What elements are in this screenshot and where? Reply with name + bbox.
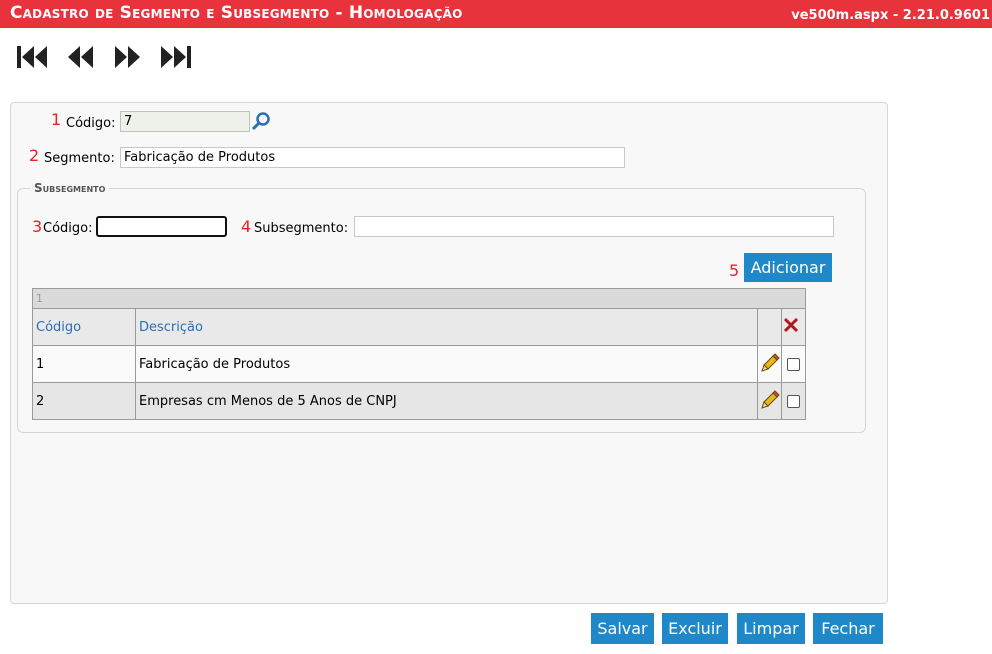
form-panel: 1 Código: 2 Segmento: Subsegmento 3 Códi… xyxy=(10,102,888,604)
next-record-icon[interactable] xyxy=(110,42,146,72)
grid-pager: 1 xyxy=(32,288,806,309)
col-descricao[interactable]: Descrição xyxy=(135,308,758,346)
marker-1: 1 xyxy=(51,110,62,129)
sub-codigo-label: Código: xyxy=(43,221,93,236)
pencil-icon[interactable] xyxy=(760,389,780,413)
subsegmento-field[interactable] xyxy=(354,216,834,237)
cell-codigo: 1 xyxy=(32,345,136,383)
last-record-icon[interactable] xyxy=(158,42,194,72)
version-label: ve500m.aspx - 2.21.0.9601 xyxy=(791,8,990,23)
sub-codigo-field[interactable] xyxy=(96,216,227,237)
codigo-field[interactable] xyxy=(120,111,250,132)
marker-3: 3 xyxy=(32,217,43,236)
delete-selected-icon[interactable] xyxy=(782,316,800,338)
table-row: 2 Empresas cm Menos de 5 Anos de CNPJ xyxy=(32,382,806,420)
add-button[interactable]: Adicionar xyxy=(744,253,832,282)
col-delete xyxy=(781,308,806,346)
page-title: Cadastro de Segmento e Subsegmento - Hom… xyxy=(10,3,463,23)
title-bar: Cadastro de Segmento e Subsegmento - Hom… xyxy=(0,0,992,28)
search-icon[interactable] xyxy=(251,111,271,131)
clear-button[interactable]: Limpar xyxy=(737,613,805,644)
codigo-label: Código: xyxy=(66,116,116,131)
page-number[interactable]: 1 xyxy=(36,292,43,305)
sub-subsegmento-label: Subsegmento: xyxy=(254,221,349,236)
save-button[interactable]: Salvar xyxy=(591,613,654,644)
table-row: 1 Fabricação de Produtos xyxy=(32,345,806,383)
segmento-label: Segmento: xyxy=(44,151,115,166)
col-edit xyxy=(757,308,782,346)
delete-button[interactable]: Excluir xyxy=(662,613,728,644)
select-cell xyxy=(781,382,806,420)
cell-codigo: 2 xyxy=(32,382,136,420)
marker-5: 5 xyxy=(729,261,740,280)
cell-descricao: Empresas cm Menos de 5 Anos de CNPJ xyxy=(135,382,758,420)
first-record-icon[interactable] xyxy=(14,42,50,72)
edit-cell xyxy=(757,345,782,383)
edit-cell xyxy=(757,382,782,420)
col-codigo[interactable]: Código xyxy=(32,308,136,346)
marker-2: 2 xyxy=(29,146,40,165)
pencil-icon[interactable] xyxy=(760,352,780,376)
close-button[interactable]: Fechar xyxy=(813,613,883,644)
cell-descricao: Fabricação de Produtos xyxy=(135,345,758,383)
select-cell xyxy=(781,345,806,383)
subsegmento-legend: Subsegmento xyxy=(34,181,106,195)
row-checkbox[interactable] xyxy=(787,394,800,408)
previous-record-icon[interactable] xyxy=(62,42,98,72)
row-checkbox[interactable] xyxy=(787,357,800,371)
segmento-field[interactable] xyxy=(120,147,625,168)
record-navigation xyxy=(14,42,194,72)
marker-4: 4 xyxy=(241,217,252,236)
subsegment-table: 1 Código Descrição 1 Fabricação de Produ… xyxy=(32,288,806,420)
